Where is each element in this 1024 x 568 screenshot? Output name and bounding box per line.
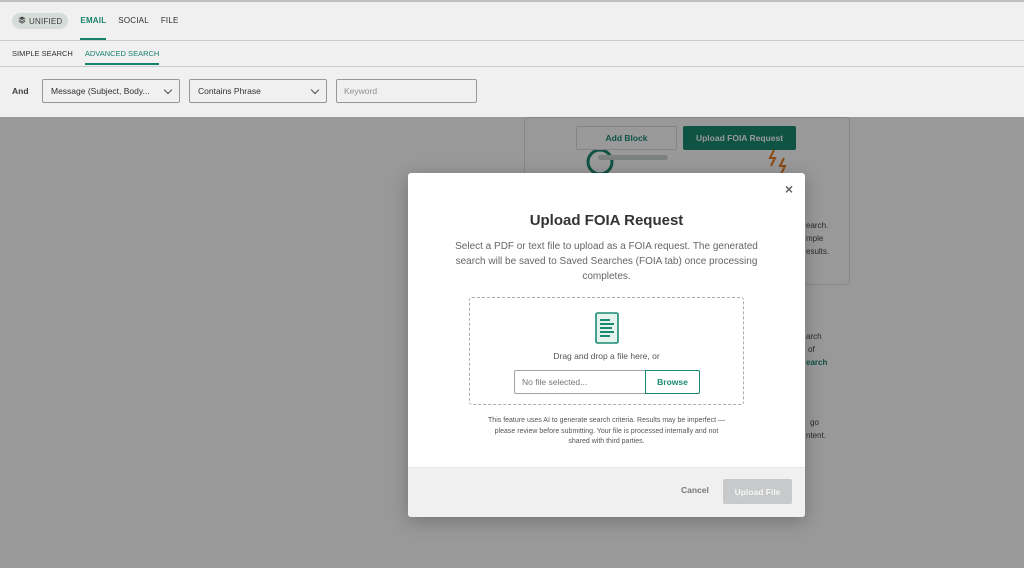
close-icon[interactable]: × <box>785 182 793 196</box>
condition-select-value: Contains Phrase <box>198 86 261 96</box>
tab-social[interactable]: SOCIAL <box>118 13 149 29</box>
main-tabs: UNIFIED EMAIL SOCIAL FILE <box>12 13 179 40</box>
operator-label: And <box>12 86 29 96</box>
layers-icon <box>18 16 26 26</box>
tab-email[interactable]: EMAIL <box>80 13 107 40</box>
tab-file[interactable]: FILE <box>161 13 179 29</box>
top-nav-bar: UNIFIED EMAIL SOCIAL FILE <box>0 0 1024 41</box>
browse-button[interactable]: Browse <box>645 370 700 394</box>
ai-disclaimer: This feature uses AI to generate search … <box>488 417 725 445</box>
upload-file-button[interactable]: Upload File <box>723 479 792 504</box>
document-icon <box>595 312 619 344</box>
chevron-down-icon <box>163 85 173 95</box>
tab-simple-search[interactable]: SIMPLE SEARCH <box>12 49 73 58</box>
field-select-value: Message (Subject, Body... <box>51 86 150 96</box>
search-mode-bar: SIMPLE SEARCH ADVANCED SEARCH <box>0 41 1024 67</box>
file-dropzone[interactable]: Drag and drop a file here, or No file se… <box>469 297 744 405</box>
dialog-description: Select a PDF or text file to upload as a… <box>455 241 758 282</box>
drag-drop-text: Drag and drop a file here, or <box>553 351 660 361</box>
unified-label: UNIFIED <box>29 16 63 26</box>
tab-advanced-search[interactable]: ADVANCED SEARCH <box>84 49 160 65</box>
keyword-input[interactable] <box>336 79 477 103</box>
upload-foia-dialog: × Upload FOIA Request Select a PDF or te… <box>408 173 805 517</box>
condition-select[interactable]: Contains Phrase <box>189 79 327 103</box>
chevron-down-icon <box>310 85 320 95</box>
dialog-title: Upload FOIA Request <box>529 212 684 229</box>
cancel-button[interactable]: Cancel <box>681 485 709 495</box>
file-name-field[interactable]: No file selected... <box>514 370 645 394</box>
unified-toggle[interactable]: UNIFIED <box>12 13 69 29</box>
filter-row: And Message (Subject, Body... Contains P… <box>0 67 1024 117</box>
field-select[interactable]: Message (Subject, Body... <box>42 79 180 103</box>
